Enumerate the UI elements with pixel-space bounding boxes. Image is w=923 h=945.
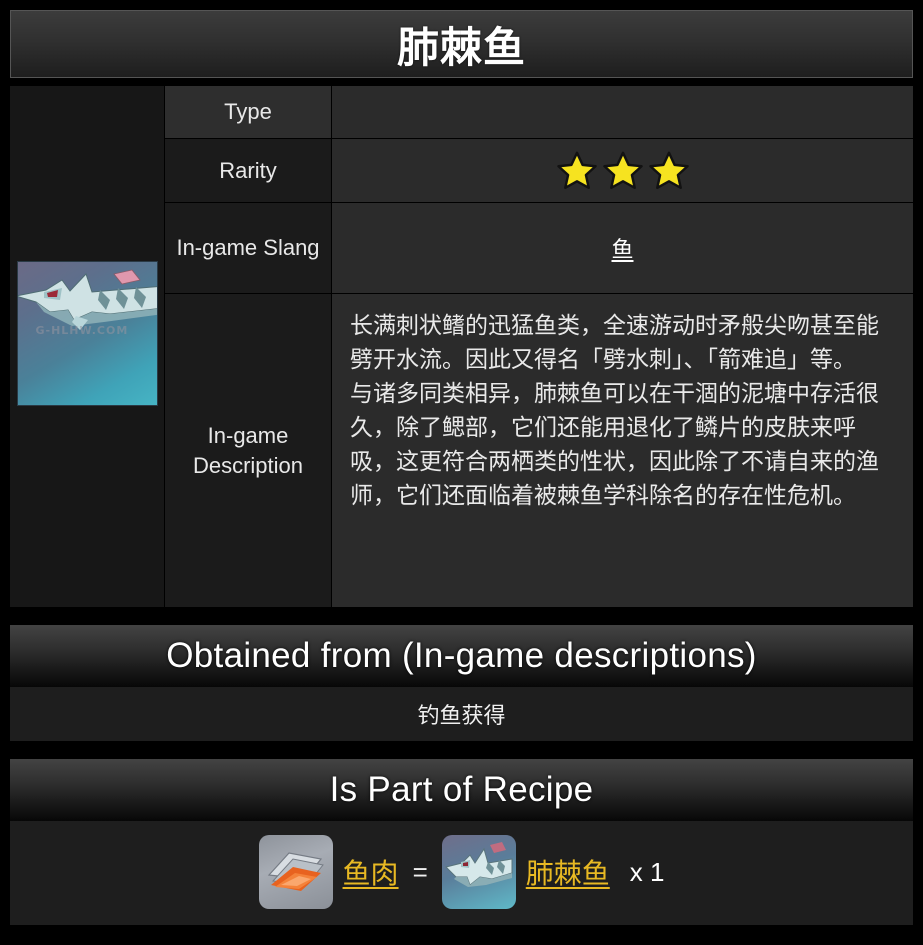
recipe-title: Is Part of Recipe <box>329 770 594 809</box>
row-label-slang: In-game Slang <box>165 203 332 293</box>
recipe-row: 鱼肉 = 肺棘鱼 x 1 <box>20 835 903 909</box>
table-row-slang: In-game Slang 鱼 <box>165 203 913 294</box>
info-table: G-HLHW.COM Type Rarity In-game Slang 鱼 I… <box>10 86 913 607</box>
obtained-from-header: Obtained from (In-game descriptions) <box>10 625 913 687</box>
row-value-slang: 鱼 <box>332 203 913 293</box>
obtained-from-title: Obtained from (In-game descriptions) <box>166 636 757 675</box>
page-title-banner: 肺棘鱼 <box>10 10 913 78</box>
row-label-type: Type <box>165 86 332 138</box>
recipe-equals-sign: = <box>412 856 428 887</box>
recipe-ingredient-name[interactable]: 肺棘鱼 <box>526 852 610 892</box>
star-icon <box>602 151 643 189</box>
star-icon <box>556 151 597 189</box>
item-image-column: G-HLHW.COM <box>10 86 165 607</box>
recipe-header: Is Part of Recipe <box>10 759 913 821</box>
description-paragraph: 长满刺状鳍的迅猛鱼类，全速游动时矛般尖吻甚至能劈开水流。因此又得名「劈水刺」、「… <box>350 312 879 373</box>
table-row-description: In-game Description 长满刺状鳍的迅猛鱼类，全速游动时矛般尖吻… <box>165 294 913 607</box>
item-page: 肺棘鱼 G-HLHW.COM Type Rarity In-game Slang… <box>0 10 923 945</box>
obtained-from-body: 钓鱼获得 <box>10 687 913 741</box>
table-row-type: Type <box>165 86 913 139</box>
row-label-description: In-game Description <box>165 294 332 607</box>
info-rows: Type Rarity In-game Slang 鱼 In-game Desc… <box>165 86 913 607</box>
rarity-stars <box>556 150 690 192</box>
row-value-description: 长满刺状鳍的迅猛鱼类，全速游动时矛般尖吻甚至能劈开水流。因此又得名「劈水刺」、「… <box>332 294 913 607</box>
item-thumbnail[interactable]: G-HLHW.COM <box>16 261 158 406</box>
obtained-from-section: Obtained from (In-game descriptions) 钓鱼获… <box>10 625 913 741</box>
table-row-rarity: Rarity <box>165 139 913 203</box>
recipe-result-name[interactable]: 鱼肉 <box>343 852 399 892</box>
row-value-rarity <box>332 139 913 202</box>
description-paragraph: 与诸多同类相异，肺棘鱼可以在干涸的泥塘中存活很久，除了鳃部，它们还能用退化了鳞片… <box>350 380 879 509</box>
recipe-quantity: x 1 <box>629 856 665 887</box>
description-text: 长满刺状鳍的迅猛鱼类，全速游动时矛般尖吻甚至能劈开水流。因此又得名「劈水刺」、「… <box>350 308 899 512</box>
fish-meat-glyph-icon <box>267 852 324 891</box>
star-icon <box>648 151 689 189</box>
row-value-type <box>332 86 913 138</box>
slang-link[interactable]: 鱼 <box>611 232 633 264</box>
row-label-rarity: Rarity <box>165 139 332 202</box>
recipe-body: 鱼肉 = 肺棘鱼 x 1 <box>10 821 913 925</box>
image-watermark: G-HLHW.COM <box>35 324 129 337</box>
recipe-section: Is Part of Recipe 鱼肉 = 肺棘鱼 x 1 <box>10 759 913 925</box>
fish-glyph-icon <box>444 842 513 887</box>
page-title: 肺棘鱼 <box>396 23 526 71</box>
fish-meat-icon[interactable] <box>258 835 333 909</box>
lung-spine-fish-icon[interactable] <box>441 835 516 909</box>
